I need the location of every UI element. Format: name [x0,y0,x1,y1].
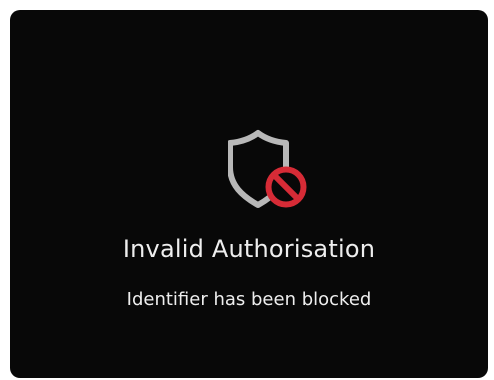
error-subtitle: Identifier has been blocked [126,289,372,310]
error-title: Invalid Authorisation [122,235,376,263]
shield-blocked-icon [228,130,307,208]
error-screen: Invalid Authorisation Identifier has bee… [10,10,488,378]
